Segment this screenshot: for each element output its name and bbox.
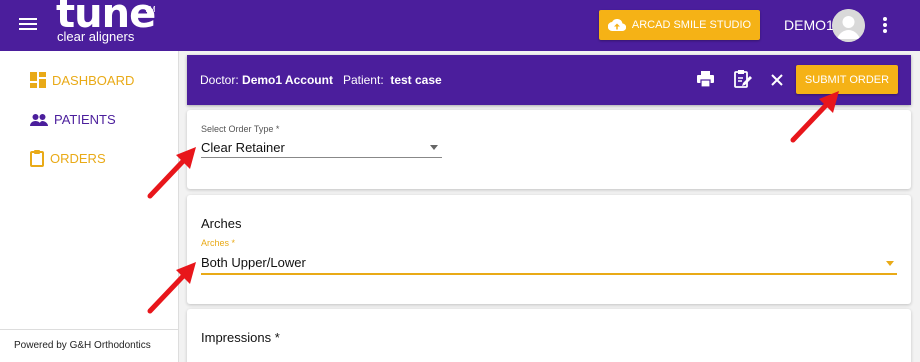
- arches-select[interactable]: Both Upper/Lower: [201, 255, 306, 270]
- dashboard-icon: [30, 72, 46, 88]
- clipboard-icon: [30, 150, 44, 167]
- more-vert-icon[interactable]: [880, 16, 890, 34]
- impressions-card: Impressions *: [187, 309, 911, 362]
- cloud-upload-icon: [607, 19, 626, 32]
- avatar-person-icon: [832, 9, 865, 42]
- doctor-label: Doctor:: [200, 73, 239, 87]
- logo-trademark: TM: [144, 5, 156, 14]
- patient-label: Patient:: [342, 73, 384, 87]
- dropdown-arrow-icon[interactable]: [430, 145, 438, 150]
- order-type-card: Select Order Type * Clear Retainer: [187, 110, 911, 189]
- doctor-name: Demo1 Account: [242, 73, 333, 87]
- order-type-select[interactable]: Clear Retainer: [201, 140, 285, 155]
- sidebar-item-label: ORDERS: [50, 151, 106, 166]
- logo-tagline: clear aligners: [57, 29, 135, 44]
- dropdown-arrow-icon[interactable]: [886, 261, 894, 266]
- user-name[interactable]: DEMO1: [784, 17, 834, 33]
- edit-notes-icon[interactable]: [733, 69, 753, 89]
- tune-logo: tune TM clear aligners: [56, 0, 156, 44]
- patient-name: test case: [390, 73, 442, 87]
- sidebar-item-label: PATIENTS: [54, 112, 116, 127]
- arcad-button-label: ARCAD SMILE STUDIO: [631, 19, 752, 31]
- powered-by-footer: Powered by G&H Orthodontics: [0, 329, 179, 362]
- order-info: Doctor: Demo1 Account Patient: test case: [200, 73, 442, 87]
- arcad-smile-studio-button[interactable]: ARCAD SMILE STUDIO: [599, 10, 760, 40]
- avatar[interactable]: [832, 9, 865, 42]
- order-type-underline: [201, 157, 442, 158]
- sidebar-item-patients[interactable]: PATIENTS: [30, 112, 116, 127]
- submit-order-button[interactable]: SUBMIT ORDER: [796, 65, 898, 94]
- order-header: Doctor: Demo1 Account Patient: test case…: [187, 55, 911, 105]
- arches-underline: [201, 273, 897, 275]
- people-icon: [30, 113, 48, 126]
- arches-card: Arches Arches * Both Upper/Lower: [187, 195, 911, 304]
- sidebar: DASHBOARD PATIENTS ORDERS Powered by G&H…: [0, 51, 179, 362]
- arches-title: Arches: [201, 216, 242, 231]
- sidebar-item-label: DASHBOARD: [52, 72, 135, 88]
- top-app-bar: tune TM clear aligners ARCAD SMILE STUDI…: [0, 0, 920, 51]
- sidebar-item-dashboard[interactable]: DASHBOARD: [30, 72, 134, 88]
- impressions-title: Impressions *: [201, 330, 280, 345]
- arches-label: Arches *: [201, 238, 236, 248]
- sidebar-item-orders[interactable]: ORDERS: [30, 150, 106, 167]
- print-icon[interactable]: [697, 71, 714, 87]
- hamburger-menu-icon[interactable]: [19, 17, 37, 31]
- close-icon[interactable]: [771, 74, 783, 86]
- order-type-label: Select Order Type *: [201, 124, 280, 134]
